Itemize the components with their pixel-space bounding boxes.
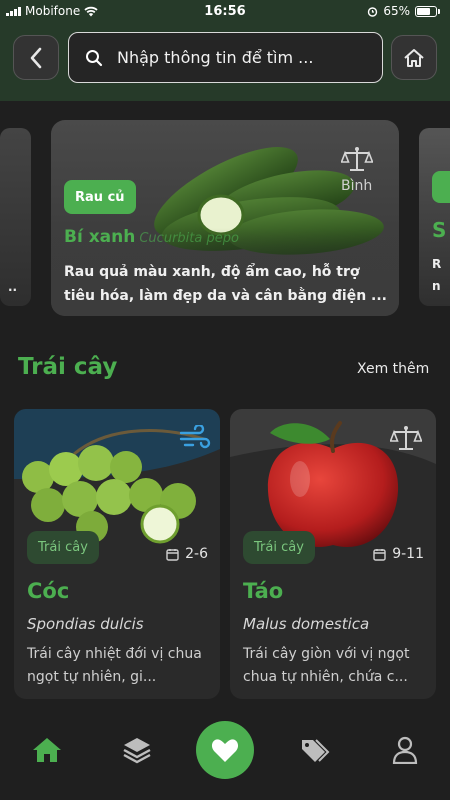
chevron-left-icon — [30, 47, 42, 68]
fruit-description: Trái cây giòn với vị ngọt chua tự nhiên,… — [243, 646, 410, 685]
carousel-next-card[interactable]: S R n — [419, 128, 450, 306]
search-input[interactable]: Nhập thông tin để tìm ... — [68, 32, 383, 83]
nav-tags[interactable] — [298, 735, 332, 765]
featured-scientific-name: Cucurbita pepo — [139, 231, 239, 246]
fruit-scientific-name: Malus domestica — [243, 615, 370, 633]
status-bar: Mobifone 16:56 65% — [0, 0, 450, 22]
category-badge: Trái cây — [243, 531, 315, 564]
see-more-link[interactable]: Xem thêm — [357, 361, 429, 377]
section-title: Trái cây — [18, 354, 118, 380]
fruit-name: Táo — [243, 579, 284, 603]
tags-icon — [302, 739, 330, 762]
category-badge: Rau củ — [64, 180, 136, 214]
season-months-text: 9-11 — [392, 546, 424, 562]
status-right: 65% — [367, 4, 440, 18]
home-icon — [33, 738, 61, 762]
user-icon — [392, 736, 418, 764]
next-card-text: R n — [432, 257, 442, 293]
scale-icon — [341, 147, 373, 171]
battery-tip — [438, 8, 440, 14]
featured-title: Bí xanh Cucurbita pepo — [64, 227, 239, 247]
nav-layers[interactable] — [120, 735, 154, 765]
wind-icon — [179, 425, 211, 449]
alarm-icon — [368, 6, 378, 17]
fruit-scientific-name: Spondias dulcis — [27, 615, 144, 633]
search-icon — [86, 49, 103, 66]
search-placeholder: Nhập thông tin để tìm ... — [117, 48, 314, 67]
nav-home[interactable] — [30, 735, 64, 765]
fruit-description: Trái cây nhiệt đới vị chua ngọt tự nhiên… — [27, 646, 202, 685]
battery-icon — [415, 5, 437, 17]
layers-icon — [123, 738, 151, 764]
prev-card-text: .. — [8, 280, 18, 294]
season-months: 9-11 — [373, 546, 424, 562]
category-badge: Trái cây — [27, 531, 99, 564]
home-button[interactable] — [391, 35, 437, 80]
calendar-icon — [373, 548, 386, 561]
fruit-card[interactable]: Trái cây 9-11 Táo Malus domestica Trái c… — [230, 409, 436, 699]
season-months: 2-6 — [166, 546, 208, 562]
bottom-nav — [0, 700, 450, 800]
next-card-title: S — [432, 218, 447, 242]
home-icon — [404, 48, 424, 67]
featured-card[interactable]: Rau củ Bình Bí xanh Cucurbita pepo Rau qu… — [51, 120, 399, 316]
nav-profile[interactable] — [388, 735, 422, 765]
back-button[interactable] — [13, 35, 59, 80]
scale-icon — [390, 426, 422, 450]
favorites-button[interactable] — [196, 721, 254, 779]
calendar-icon — [166, 548, 179, 561]
featured-description: Rau quả màu xanh, độ ẩm cao, hỗ trợ tiêu… — [64, 264, 387, 304]
heart-icon — [211, 738, 239, 762]
fruit-name: Cóc — [27, 579, 70, 603]
balance-label: Bình — [341, 178, 373, 194]
battery-percent: 65% — [383, 4, 410, 18]
season-months-text: 2-6 — [185, 546, 208, 562]
next-card-badge — [432, 171, 450, 203]
featured-name: Bí xanh — [64, 227, 136, 247]
fruit-card[interactable]: Trái cây 2-6 Cóc Spondias dulcis Trái câ… — [14, 409, 220, 699]
carousel-prev-card[interactable]: .. — [0, 128, 31, 306]
